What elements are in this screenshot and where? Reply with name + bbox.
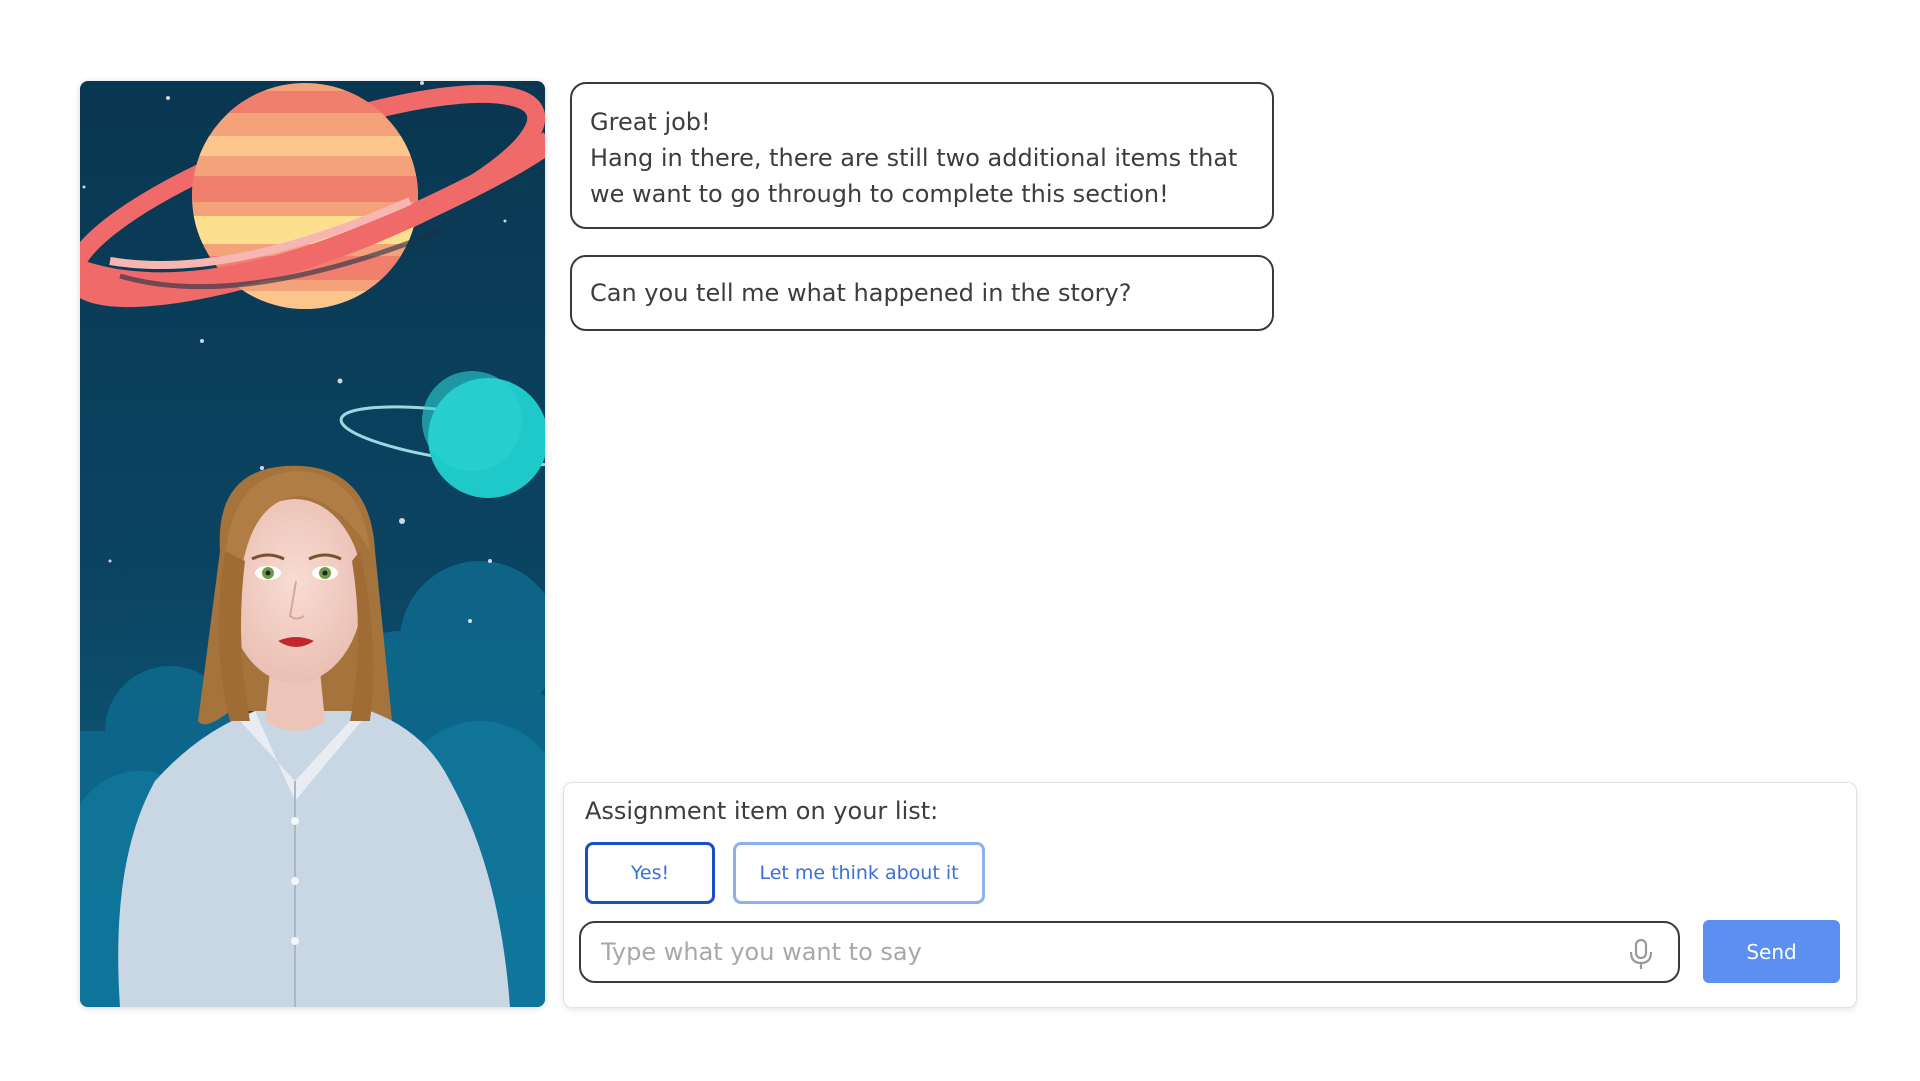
avatar-scene bbox=[80, 81, 545, 1007]
yes-option-button[interactable]: Yes! bbox=[585, 842, 715, 904]
assistant-question: Can you tell me what happened in the sto… bbox=[570, 255, 1274, 331]
microphone-icon[interactable] bbox=[1628, 938, 1654, 970]
assignment-title: Assignment item on your list: bbox=[585, 797, 939, 825]
space-illustration bbox=[80, 81, 545, 1007]
response-panel: Assignment item on your list: Yes! Let m… bbox=[564, 783, 1856, 1007]
think-option-button[interactable]: Let me think about it bbox=[733, 842, 985, 904]
message-text: Can you tell me what happened in the sto… bbox=[590, 279, 1132, 307]
assistant-message: Great job! Hang in there, there are stil… bbox=[570, 82, 1274, 229]
message-input-wrapper bbox=[579, 921, 1680, 983]
message-heading: Great job! bbox=[590, 108, 711, 136]
message-text: Hang in there, there are still two addit… bbox=[590, 144, 1238, 208]
send-button[interactable]: Send bbox=[1703, 920, 1840, 983]
message-input[interactable] bbox=[599, 937, 1603, 967]
